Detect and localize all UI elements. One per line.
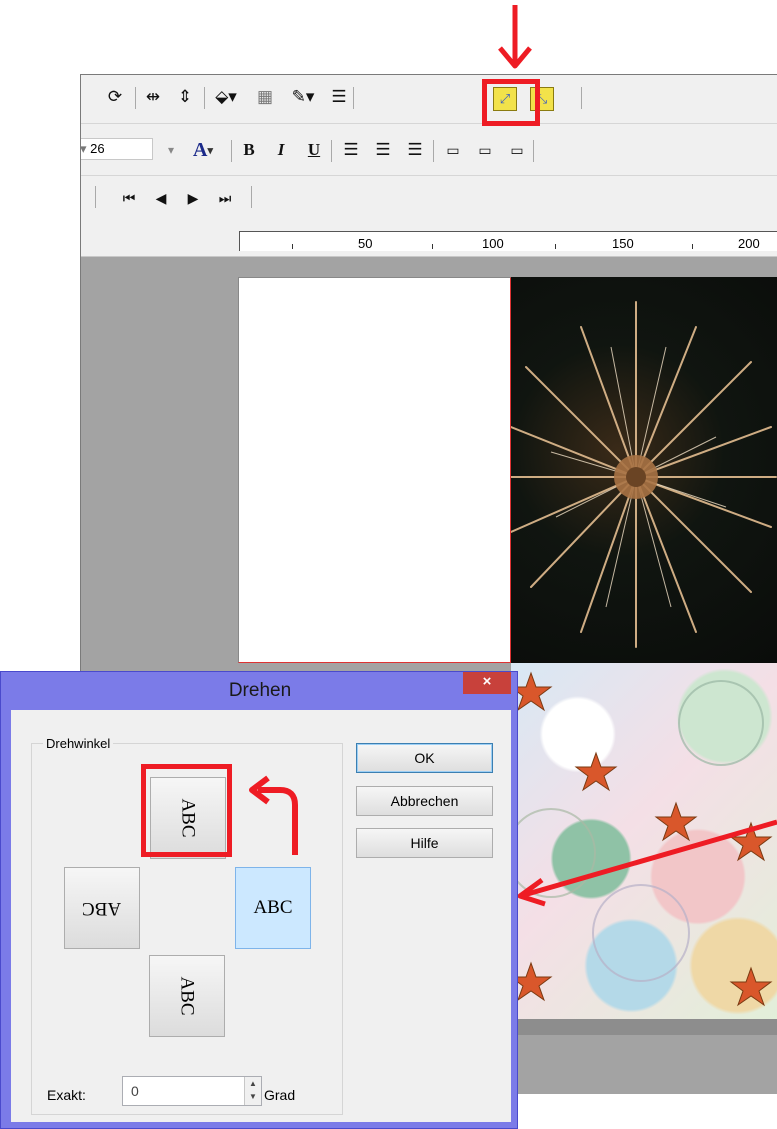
rotate-180-button[interactable]: ABC	[64, 867, 140, 949]
rotate-180-label: ABC	[82, 898, 122, 919]
rotation-angle-label: Drehwinkel	[43, 736, 114, 751]
degree-unit-label: Grad	[264, 1087, 296, 1103]
ok-button[interactable]: OK	[356, 743, 493, 773]
curved-arrow-annotation	[249, 775, 298, 855]
help-button[interactable]: Hilfe	[356, 828, 493, 858]
exact-angle-input[interactable]: 0 ▲ ▼	[122, 1076, 262, 1106]
cancel-button[interactable]: Abbrechen	[356, 786, 493, 816]
exact-angle-label: Exakt:	[47, 1087, 86, 1103]
rotate-0-label: ABC	[253, 897, 293, 918]
rotate-90-right-button[interactable]: ABC	[149, 955, 225, 1037]
dialog-close-button[interactable]: ×	[463, 672, 511, 694]
rotate-dialog: Drehen × Drehwinkel ABC ABC ABC ABC OK A…	[0, 671, 518, 1129]
exact-angle-value: 0	[131, 1083, 139, 1099]
diagonal-arrow-shaft	[523, 819, 777, 898]
rotate-90-right-label: ABC	[176, 976, 198, 1016]
rotate-0-button[interactable]: ABC	[235, 867, 311, 949]
highlight-box-rotate-option	[141, 764, 232, 857]
highlight-box-toolbar	[482, 79, 540, 126]
dialog-title: Drehen	[228, 680, 292, 701]
angle-spinner-icon[interactable]: ▲ ▼	[244, 1077, 261, 1105]
